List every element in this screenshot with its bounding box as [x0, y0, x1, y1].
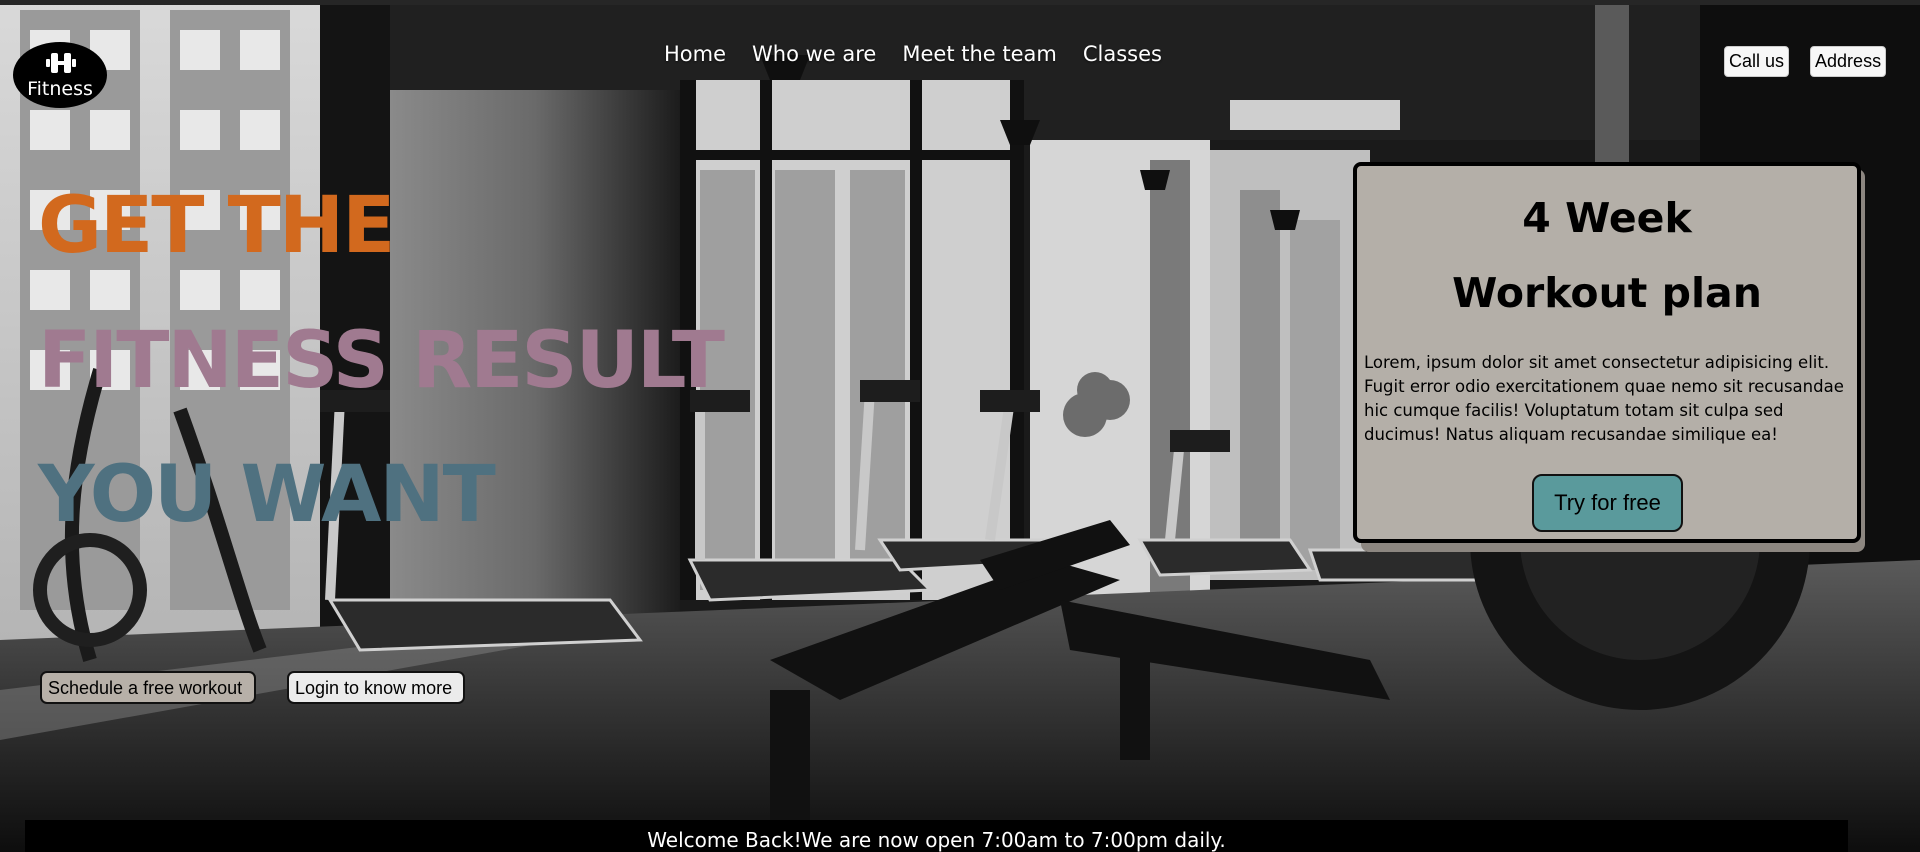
- nav-meet-the-team[interactable]: Meet the team: [902, 42, 1057, 66]
- hero-line-1: GET THE: [38, 181, 395, 271]
- fitness-logo[interactable]: Fitness: [13, 42, 107, 108]
- nav-who-we-are[interactable]: Who we are: [752, 42, 876, 66]
- logo-text: Fitness: [27, 78, 93, 100]
- dumbbell-icon: [46, 53, 76, 73]
- login-button[interactable]: Login to know more: [287, 671, 465, 704]
- workout-plan-card: 4 Week Workout plan Lorem, ipsum dolor s…: [1353, 162, 1861, 543]
- nav-classes[interactable]: Classes: [1083, 42, 1162, 66]
- card-title-line-2: Workout plan: [1452, 269, 1762, 317]
- card-description: Lorem, ipsum dolor sit amet consectetur …: [1364, 353, 1844, 444]
- address-button[interactable]: Address: [1810, 46, 1887, 77]
- hero-line-3: YOU WANT: [38, 450, 496, 540]
- landing-page: Fitness Home Who we are Meet the team Cl…: [0, 0, 1920, 852]
- call-us-button[interactable]: Call us: [1724, 46, 1790, 77]
- top-right-actions: Call us Address: [1724, 46, 1887, 77]
- schedule-free-workout-button[interactable]: Schedule a free workout: [40, 671, 256, 704]
- main-nav: Home Who we are Meet the team Classes: [664, 42, 1162, 66]
- hero-line-2: FITNESS RESULT: [38, 316, 725, 406]
- nav-home[interactable]: Home: [664, 42, 726, 66]
- top-edge-strip: [0, 0, 1920, 5]
- opening-hours-banner: Welcome Back!We are now open 7:00am to 7…: [25, 820, 1848, 852]
- try-for-free-button[interactable]: Try for free: [1532, 474, 1683, 532]
- card-title-line-1: 4 Week: [1522, 194, 1692, 242]
